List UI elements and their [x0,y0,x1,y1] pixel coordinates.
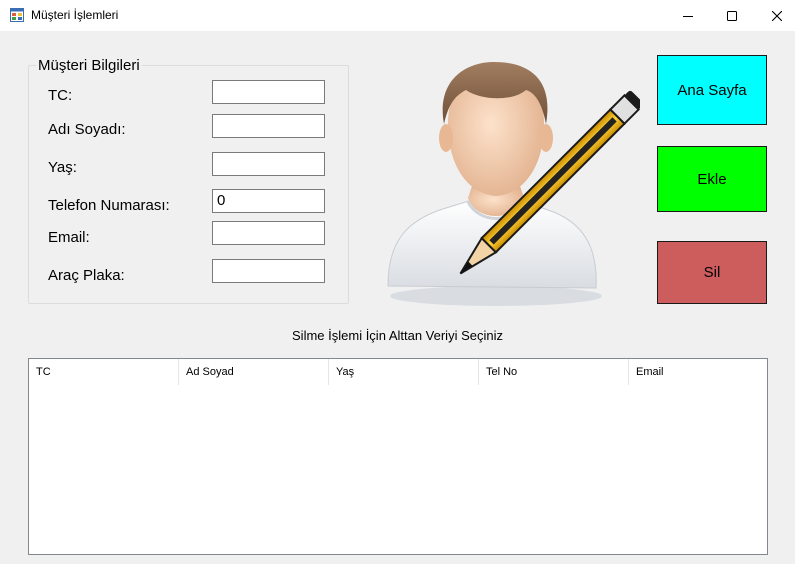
close-icon [772,10,782,21]
email-label: Email: [48,229,90,246]
minimize-icon [683,15,693,17]
column-header-phone[interactable]: Tel No [479,359,629,385]
maximize-button[interactable] [709,0,755,31]
user-edit-icon [387,62,640,306]
column-header-age[interactable]: Yaş [329,359,479,385]
email-input[interactable] [212,221,325,245]
add-button[interactable]: Ekle [657,146,767,212]
delete-instruction-text: Silme İşlemi İçin Alttan Veriyi Seçiniz [292,328,503,343]
name-input[interactable] [212,114,325,138]
home-button-label: Ana Sayfa [677,81,747,99]
plate-label: Araç Plaka: [48,267,125,284]
add-button-label: Ekle [697,170,727,188]
minimize-button[interactable] [665,0,711,31]
title-bar[interactable]: Müşteri İşlemleri [0,0,795,31]
age-label: Yaş: [48,159,77,176]
app-icon [10,8,24,22]
name-label: Adı Soyadı: [48,121,126,138]
age-input[interactable] [212,152,325,176]
window-title: Müşteri İşlemleri [31,8,119,22]
maximize-icon [727,10,737,21]
plate-input[interactable] [212,259,325,283]
tc-input[interactable] [212,80,325,104]
customer-table[interactable]: TC Ad Soyad Yaş Tel No Email [28,358,768,555]
column-header-name[interactable]: Ad Soyad [179,359,329,385]
home-button[interactable]: Ana Sayfa [657,55,767,125]
column-header-email[interactable]: Email [629,359,767,385]
tc-label: TC: [48,87,73,104]
close-button[interactable] [754,0,795,31]
group-legend: Müşteri Bilgileri [36,57,142,74]
delete-button[interactable]: Sil [657,241,767,304]
delete-button-label: Sil [703,264,721,281]
column-header-tc[interactable]: TC [29,359,179,385]
phone-label: Telefon Numarası: [48,197,170,214]
customer-operations-window: Müşteri İşlemleri Müşteri Bilgileri TC: … [0,0,795,564]
phone-input[interactable]: 0 [212,189,325,213]
